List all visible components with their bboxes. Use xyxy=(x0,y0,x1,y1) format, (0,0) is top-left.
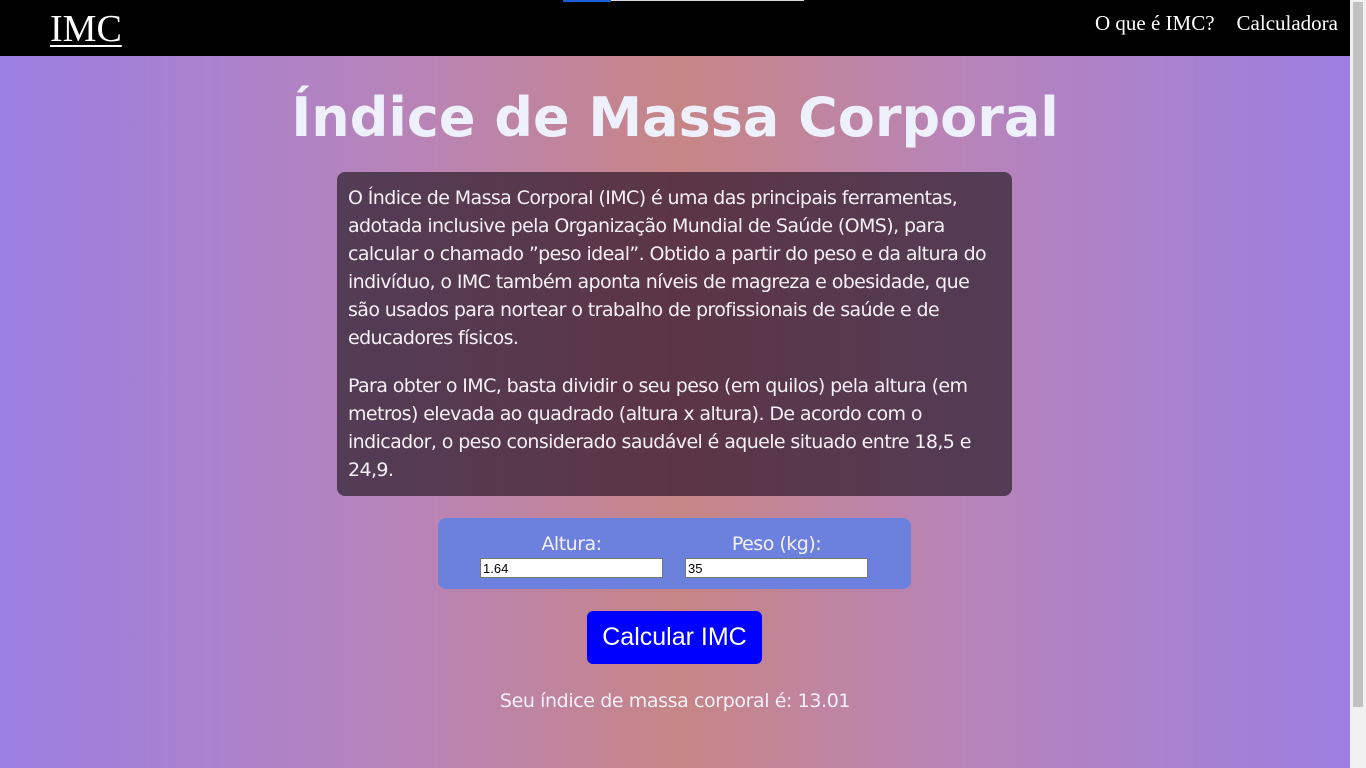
peso-field: Peso (kg): xyxy=(685,532,868,578)
altura-field: Altura: xyxy=(480,532,663,578)
top-edge-accent-blue xyxy=(563,0,611,2)
imc-form: Altura: Peso (kg): xyxy=(438,518,911,589)
nav-link-calculator[interactable]: Calculadora xyxy=(1237,11,1338,35)
brand-logo-link[interactable]: IMC xyxy=(50,8,122,50)
calculate-imc-button[interactable]: Calcular IMC xyxy=(587,611,762,664)
top-navbar: IMC O que é IMC? Calculadora xyxy=(0,0,1350,56)
nav-link-what-is-imc[interactable]: O que é IMC? xyxy=(1095,11,1215,35)
top-edge-accent-line xyxy=(611,0,804,1)
info-paragraph-2: Para obter o IMC, basta dividir o seu pe… xyxy=(348,375,971,481)
result-text: Seu índice de massa corporal é: 13.01 xyxy=(499,690,851,712)
nav-links: O que é IMC? Calculadora xyxy=(1095,11,1338,35)
peso-input[interactable] xyxy=(685,558,868,578)
scrollbar-thumb[interactable] xyxy=(1353,2,1363,707)
page-scrollbar[interactable] xyxy=(1350,0,1366,768)
altura-input[interactable] xyxy=(480,558,663,578)
altura-label: Altura: xyxy=(541,533,602,555)
peso-label: Peso (kg): xyxy=(731,533,822,555)
info-box: O Índice de Massa Corporal (IMC) é uma d… xyxy=(337,172,1012,496)
page-title: Índice de Massa Corporal xyxy=(291,86,1059,149)
info-paragraph-1: O Índice de Massa Corporal (IMC) é uma d… xyxy=(348,187,987,349)
